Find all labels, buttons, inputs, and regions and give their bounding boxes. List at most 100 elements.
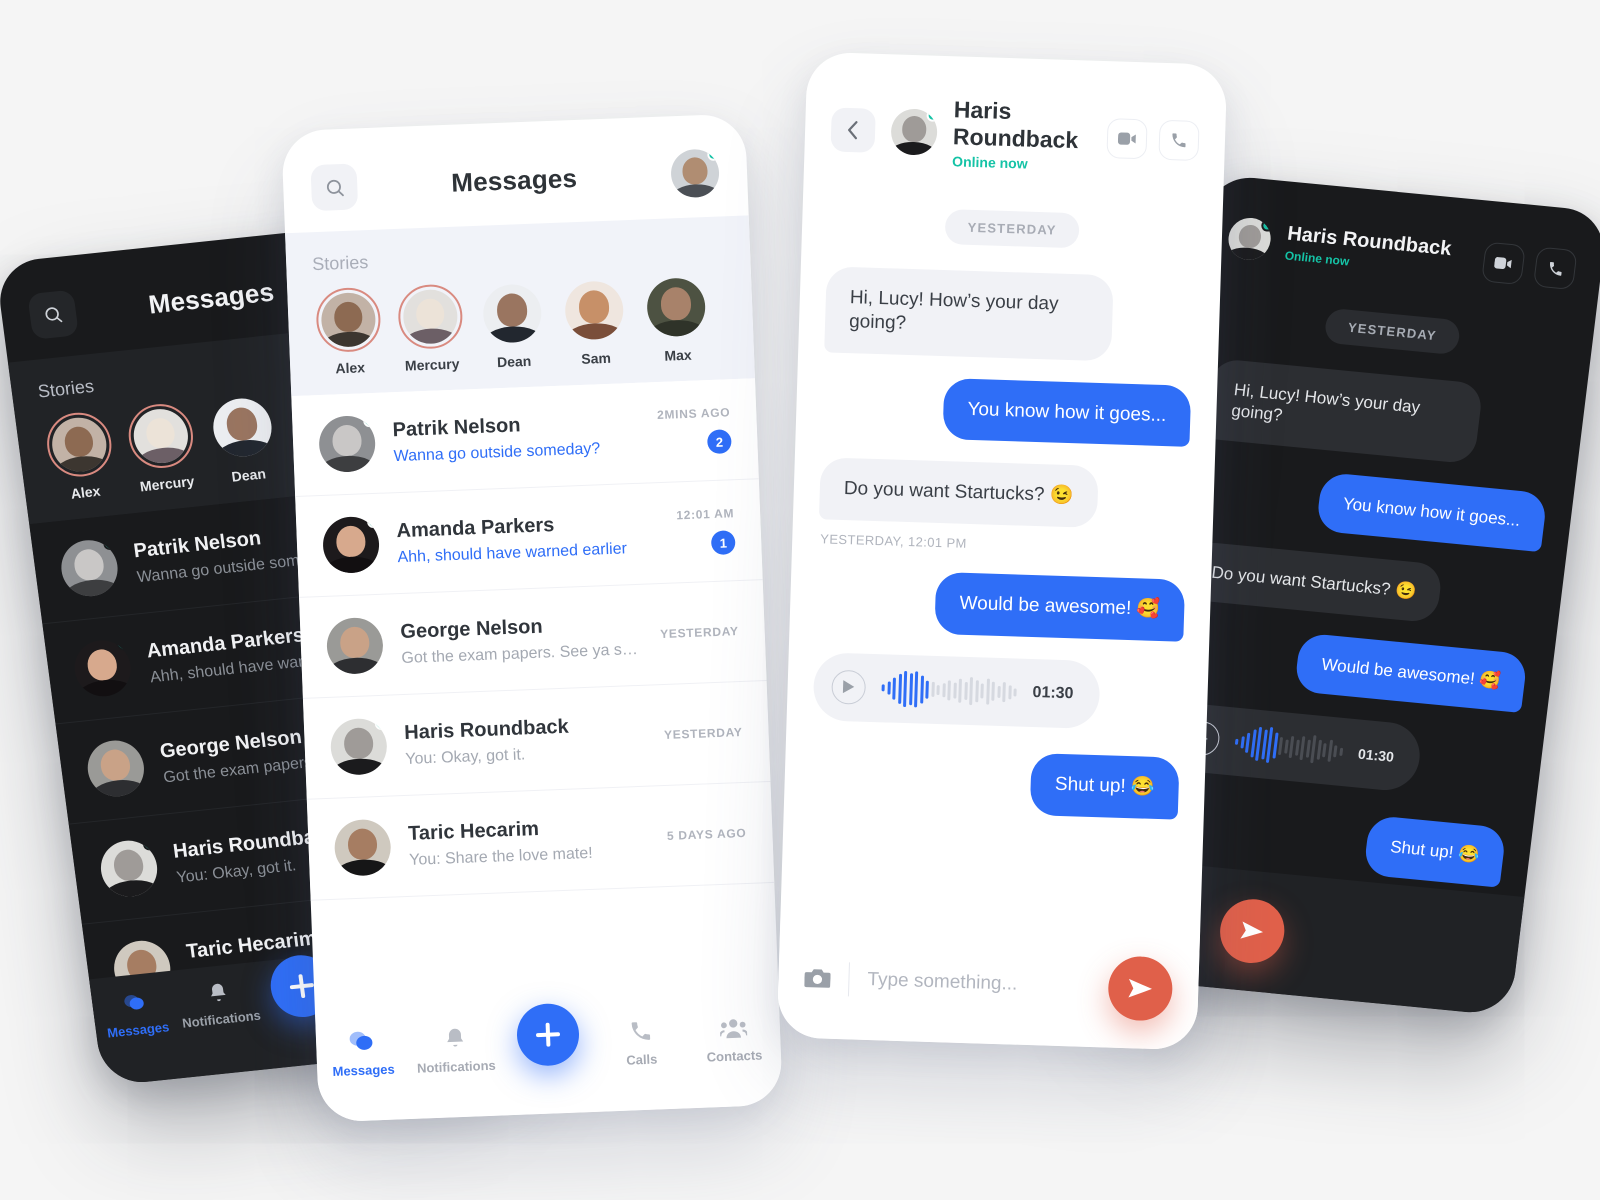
tab-calls[interactable]: Calls (594, 1016, 689, 1069)
video-call-button[interactable] (1481, 241, 1526, 286)
conversation-list: Patrik Nelson Wanna go outside someday? … (291, 378, 775, 901)
voice-call-button[interactable] (1158, 119, 1200, 161)
avatar[interactable] (670, 148, 720, 199)
story-name: Dean (496, 352, 532, 371)
story-name: Mercury (404, 355, 460, 374)
message-timestamp: YESTERDAY, 12:01 PM (820, 531, 968, 551)
chevron-left-icon (848, 120, 858, 139)
online-dot (366, 515, 380, 529)
divider (847, 962, 851, 997)
story-name: Alex (335, 359, 366, 377)
search-button[interactable] (27, 289, 79, 340)
story-item[interactable]: Dean (204, 392, 283, 486)
tab-contacts[interactable]: Contacts (687, 1013, 782, 1066)
conversation-time: 2MINS AGO (656, 405, 731, 423)
day-divider: YESTERDAY (1323, 307, 1461, 356)
table-row[interactable]: Amanda Parkers Ahh, should have warned e… (295, 479, 763, 598)
story-item-dean[interactable]: Dean (477, 280, 548, 371)
online-dot (707, 148, 720, 161)
status-badge: Online now (951, 153, 1028, 172)
tab-messages[interactable]: Messages (91, 986, 181, 1041)
avatar (1226, 216, 1274, 262)
conversation-name: Patrik Nelson (392, 413, 521, 441)
avatar (97, 837, 161, 900)
conversation-name: Haris Roundback (403, 715, 570, 744)
video-camera-icon (1117, 131, 1136, 145)
unread-badge: 1 (710, 530, 736, 556)
voice-message[interactable]: 01:30 (812, 651, 1101, 729)
send-button[interactable] (1216, 896, 1288, 966)
story-ring (206, 392, 278, 462)
message-bubble: Shut up! 😂 (1362, 815, 1507, 888)
send-button[interactable] (1107, 955, 1174, 1022)
contact-name: Haris Roundback (952, 96, 1079, 154)
online-dot (102, 537, 117, 551)
story-ring (479, 280, 545, 346)
table-row[interactable]: Haris Roundback You: Okay, got it. YESTE… (302, 681, 771, 800)
story-ring (643, 274, 709, 340)
video-call-button[interactable] (1106, 117, 1148, 159)
table-row[interactable]: Taric Hecarim You: Share the love mate! … (306, 781, 775, 901)
contacts-icon (719, 1019, 748, 1039)
new-message-button[interactable] (515, 1002, 581, 1067)
phone-icon (631, 1022, 650, 1040)
day-divider: YESTERDAY (945, 209, 1080, 249)
story-avatar (48, 415, 110, 475)
tab-label: Calls (626, 1051, 658, 1068)
chat-bubbles-icon (124, 995, 144, 1010)
table-row[interactable]: George Nelson Got the exam papers. See y… (299, 580, 767, 699)
play-icon (842, 680, 855, 694)
message-bubble: You know how it goes... (1315, 471, 1548, 552)
voice-duration: 01:30 (1032, 683, 1074, 703)
story-item-max[interactable]: Max (641, 274, 712, 365)
send-icon (1240, 921, 1264, 939)
story-item[interactable]: Alex (41, 409, 120, 503)
back-button[interactable] (830, 106, 876, 153)
message-bubble: Hi, Lucy! How’s your day going? (1203, 357, 1485, 464)
conversation-preview: You: Okay, got it. (404, 745, 526, 768)
mockup-stage: Messages Stories Alex Mercury Dean Patri… (0, 0, 1600, 1200)
conversation-name: Amanda Parkers (396, 513, 555, 542)
phone-icon (1549, 261, 1562, 276)
story-item-sam[interactable]: Sam (559, 277, 630, 368)
story-item[interactable]: Mercury (123, 400, 202, 495)
search-button[interactable] (310, 163, 359, 212)
avatar (84, 737, 148, 800)
message-bubble: Do you want Startucks? 😉 (1184, 540, 1444, 624)
waveform (881, 670, 1017, 710)
search-icon (45, 307, 63, 323)
table-row[interactable]: Patrik Nelson Wanna go outside someday? … (291, 378, 759, 498)
camera-icon[interactable] (804, 967, 831, 990)
tab-notifications[interactable]: Notifications (175, 978, 264, 1031)
composer: Type something... (776, 917, 1201, 1051)
conversation-preview: Got the exam papers. See ya soon! (401, 640, 644, 667)
tab-messages[interactable]: Messages (316, 1027, 411, 1080)
avatar (318, 414, 377, 474)
message-input[interactable]: Type something... (867, 969, 1091, 998)
avatar (57, 537, 121, 599)
story-name: Mercury (138, 472, 196, 495)
play-button[interactable] (831, 669, 867, 705)
story-item-alex[interactable]: Alex (313, 286, 384, 378)
story-ring (43, 409, 116, 480)
search-icon (326, 179, 344, 196)
page-title: Messages (450, 162, 578, 198)
conversation-time: YESTERDAY (659, 624, 739, 642)
avatar[interactable] (890, 107, 938, 156)
tab-label: Notifications (181, 1007, 262, 1031)
story-name: Sam (580, 349, 612, 367)
conversation-preview: Wanna go outside someday? (393, 439, 601, 465)
conversation-name: Taric Hecarim (407, 817, 540, 845)
online-dot (374, 717, 388, 731)
story-item-mercury[interactable]: Mercury (395, 283, 466, 374)
story-ring (397, 283, 464, 350)
stories-row: Alex Mercury Dean Sam Max (313, 273, 728, 377)
chat-actions (1106, 117, 1200, 161)
tab-label: Messages (106, 1019, 171, 1041)
story-avatar (209, 395, 276, 460)
chat-body: YESTERDAY Hi, Lucy! How’s your day going… (784, 187, 1223, 820)
voice-call-button[interactable] (1532, 246, 1578, 291)
story-avatar (130, 406, 192, 466)
tab-notifications[interactable]: Notifications (408, 1023, 503, 1076)
send-icon (1128, 978, 1152, 998)
